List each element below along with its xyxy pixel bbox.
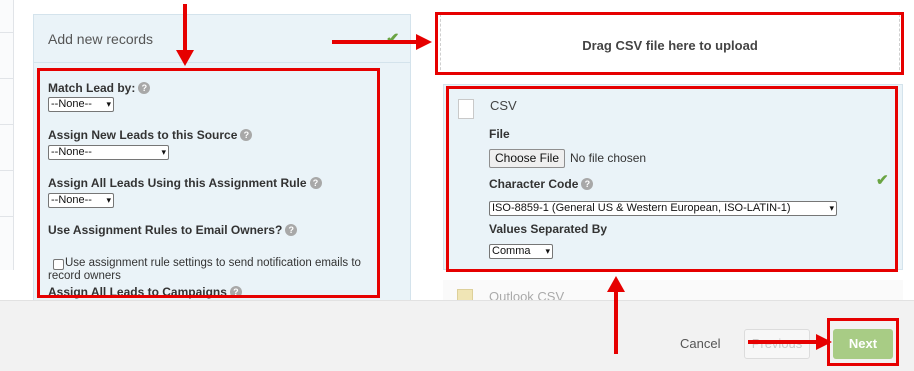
chevron-down-icon: ▾ — [161, 147, 166, 157]
assign-source-label: Assign New Leads to this Source? — [48, 128, 253, 142]
cancel-button[interactable]: Cancel — [680, 336, 720, 351]
drop-zone-text: Drag CSV file here to upload — [582, 38, 758, 53]
add-records-title: Add new records — [48, 31, 154, 47]
add-records-panel: Add new records ✔ Match Lead by:? --None… — [33, 14, 411, 304]
help-icon[interactable]: ? — [229, 286, 242, 298]
wizard-footer: Cancel Previous Next — [0, 300, 914, 371]
match-lead-label: Match Lead by:? — [48, 81, 151, 95]
help-icon[interactable]: ? — [581, 178, 594, 190]
checkmark-icon: ✔ — [386, 31, 400, 48]
chevron-down-icon: ▾ — [545, 246, 550, 256]
match-lead-select[interactable]: --None-- ▾ — [48, 97, 114, 112]
separator-label: Values Separated By — [489, 222, 608, 236]
email-owners-label: Use Assignment Rules to Email Owners?? — [48, 223, 298, 237]
email-owners-checkbox-label: Use assignment rule settings to send not… — [48, 257, 361, 282]
file-icon — [458, 99, 474, 119]
chevron-down-icon: ▾ — [829, 203, 834, 213]
character-code-label: Character Code? — [489, 177, 594, 191]
chevron-down-icon: ▾ — [106, 99, 111, 109]
file-status-text: No file chosen — [570, 151, 647, 165]
help-icon[interactable]: ? — [309, 177, 322, 189]
help-icon[interactable]: ? — [138, 82, 151, 94]
separator-select[interactable]: Comma ▾ — [489, 244, 553, 259]
checkmark-icon: ✔ — [876, 172, 889, 189]
previous-button[interactable]: Previous — [744, 329, 810, 359]
csv-import-panel: CSV File Choose File No file chosen Char… — [443, 84, 903, 270]
campaigns-label: Assign All Leads to Campaigns? — [48, 285, 242, 299]
file-label: File — [489, 127, 510, 141]
help-icon[interactable]: ? — [240, 129, 253, 141]
assignment-rule-select[interactable]: --None-- ▾ — [48, 193, 114, 208]
next-button[interactable]: Next — [833, 329, 893, 359]
choose-file-button[interactable]: Choose File — [489, 149, 565, 168]
character-code-select[interactable]: ISO-8859-1 (General US & Western Europea… — [489, 201, 837, 216]
add-records-header[interactable]: Add new records ✔ — [34, 15, 410, 63]
csv-drop-zone[interactable]: Drag CSV file here to upload — [440, 14, 900, 75]
help-icon[interactable]: ? — [285, 224, 298, 236]
chevron-down-icon: ▾ — [106, 195, 111, 205]
assignment-rule-label: Assign All Leads Using this Assignment R… — [48, 176, 322, 190]
assign-source-select[interactable]: --None-- ▾ — [48, 145, 169, 160]
left-table-edge — [0, 0, 14, 270]
csv-title: CSV — [490, 98, 517, 113]
